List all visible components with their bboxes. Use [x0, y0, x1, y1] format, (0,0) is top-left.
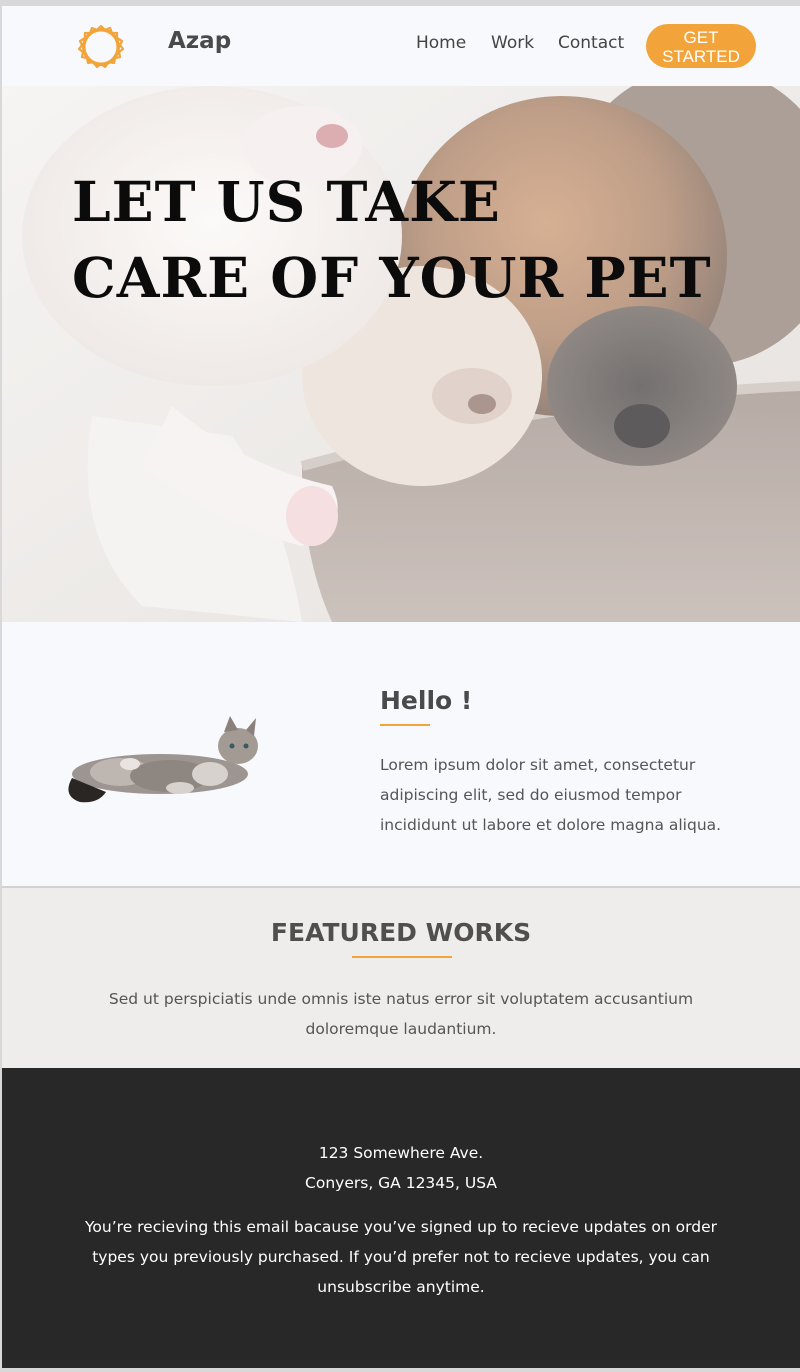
- footer-address: 123 Somewhere Ave. Conyers, GA 12345, US…: [2, 1138, 800, 1198]
- featured-works-paragraph: Sed ut perspiciatis unde omnis iste natu…: [108, 990, 694, 1038]
- email-page: Azap Home Work Contact GET STARTED LET U…: [2, 6, 800, 1368]
- featured-works-heading: FEATURED WORKS: [270, 918, 532, 947]
- sun-badge-icon[interactable]: [78, 24, 124, 70]
- header: Azap Home Work Contact GET STARTED: [2, 6, 800, 86]
- hero-banner: LET US TAKE CARE OF YOUR PET: [2, 86, 800, 622]
- address-line2: Conyers, GA 12345, USA: [305, 1174, 497, 1192]
- cta-label-line2: STARTED: [662, 47, 740, 66]
- nav-home-link[interactable]: Home: [416, 33, 466, 53]
- nav-work-link[interactable]: Work: [491, 33, 534, 53]
- cta-label-line1: GET: [683, 28, 719, 47]
- hello-heading-underline: [380, 724, 430, 726]
- footer: 123 Somewhere Ave. Conyers, GA 12345, US…: [2, 1068, 800, 1368]
- hero-headline-line2: CARE OF YOUR PET: [72, 245, 712, 310]
- featured-heading-underline: [352, 956, 452, 958]
- get-started-button[interactable]: GET STARTED: [646, 24, 756, 68]
- brand-name[interactable]: Azap: [168, 28, 231, 54]
- featured-works-section: FEATURED WORKS Sed ut perspiciatis unde …: [2, 888, 800, 1068]
- address-line1: 123 Somewhere Ave.: [318, 1144, 484, 1162]
- unsubscribe-note: You’re recieving this email bacause you’…: [85, 1218, 717, 1296]
- hero-headline-line1: LET US TAKE: [72, 169, 501, 234]
- kitten-image: [68, 716, 258, 803]
- hello-heading: Hello !: [380, 686, 473, 715]
- nav-contact-link[interactable]: Contact: [558, 33, 624, 53]
- hero-headline: LET US TAKE CARE OF YOUR PET: [72, 164, 772, 316]
- hello-paragraph: Lorem ipsum dolor sit amet, consectetur …: [380, 756, 722, 834]
- hello-section: Hello ! Lorem ipsum dolor sit amet, cons…: [2, 622, 800, 886]
